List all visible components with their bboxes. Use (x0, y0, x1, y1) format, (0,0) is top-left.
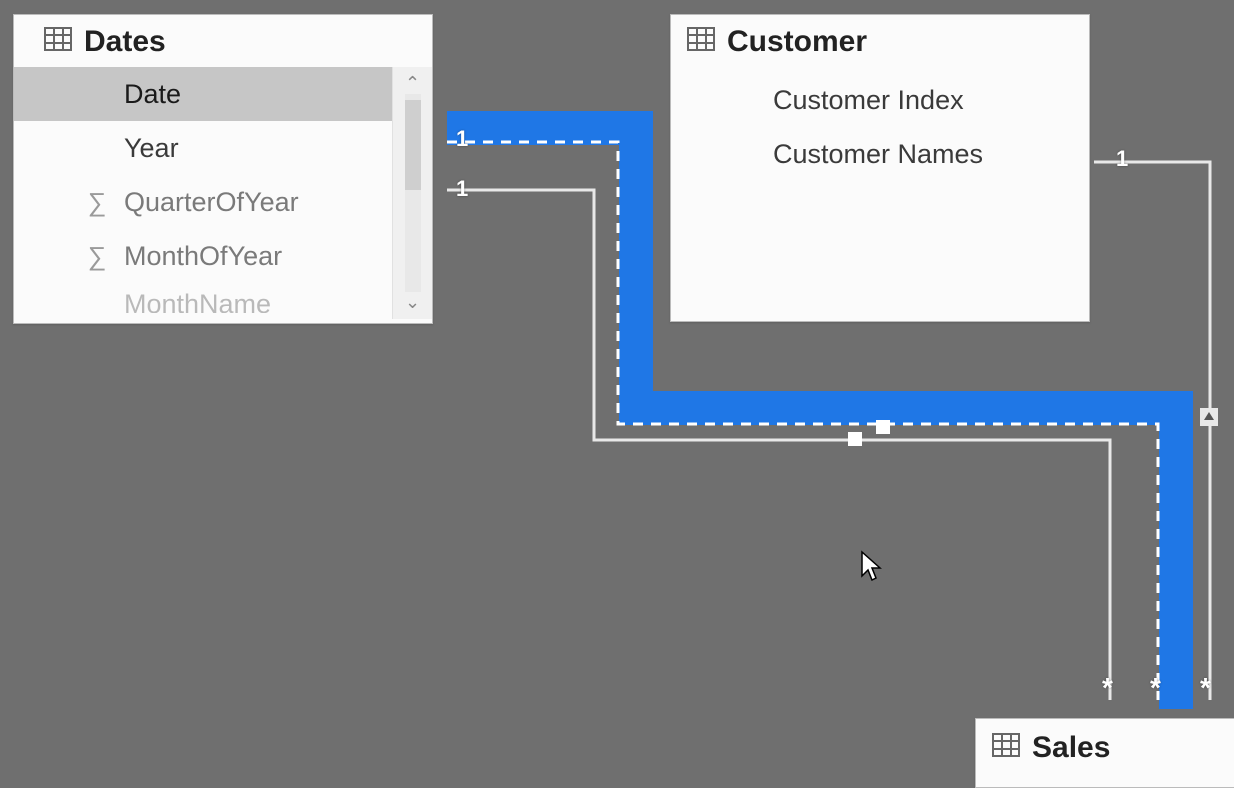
field-label: MonthName (124, 289, 271, 313)
table-card-sales[interactable]: Sales (975, 718, 1234, 788)
filter-direction-icon (876, 420, 890, 434)
scroll-up-icon[interactable]: ⌃ (405, 73, 420, 94)
sigma-icon: ∑ (82, 241, 112, 272)
field-label: QuarterOfYear (124, 187, 299, 218)
scroll-thumb[interactable] (405, 100, 421, 190)
field-label: Date (124, 79, 181, 110)
scrollbar[interactable]: ⌃ ⌄ (392, 67, 432, 319)
table-icon (992, 731, 1020, 765)
field-monthofyear[interactable]: ∑ MonthOfYear (14, 229, 432, 283)
scroll-track[interactable] (405, 94, 421, 292)
filter-direction-arrow-icon (1204, 412, 1214, 420)
relationship-customer-sales-line[interactable] (1094, 162, 1210, 700)
filter-direction-icon-2 (848, 432, 862, 446)
table-card-customer[interactable]: Customer Customer Index Customer Names (670, 14, 1090, 322)
table-card-dates[interactable]: Dates Date Year ∑ QuarterOfYear ∑ MonthO… (13, 14, 433, 324)
table-header-dates[interactable]: Dates (14, 15, 432, 67)
filter-direction-indicator (1200, 408, 1218, 426)
field-label: Customer Index (773, 85, 964, 116)
table-icon (44, 25, 72, 59)
field-customer-index[interactable]: Customer Index (671, 73, 1089, 127)
field-customer-names[interactable]: Customer Names (671, 127, 1089, 181)
table-title: Sales (1032, 731, 1110, 765)
cardinality-many-label-2: * (1150, 672, 1161, 704)
field-label: Customer Names (773, 139, 983, 170)
field-year[interactable]: Year (14, 121, 432, 175)
scroll-down-icon[interactable]: ⌄ (405, 292, 420, 313)
cardinality-many-label-3: * (1200, 672, 1211, 704)
table-icon (687, 25, 715, 59)
cardinality-one-label: 1 (456, 126, 468, 152)
cardinality-many-label: * (1102, 672, 1113, 704)
table-title: Customer (727, 25, 867, 59)
field-monthname[interactable]: MonthName (14, 283, 432, 313)
field-label: MonthOfYear (124, 241, 282, 272)
field-list-dates: Date Year ∑ QuarterOfYear ∑ MonthOfYear … (14, 67, 432, 319)
table-title: Dates (84, 25, 166, 59)
cursor-icon (860, 550, 884, 582)
cardinality-one-label-3: 1 (1116, 146, 1128, 172)
sigma-icon: ∑ (82, 187, 112, 218)
field-label: Year (124, 133, 179, 164)
table-header-customer[interactable]: Customer (671, 15, 1089, 67)
field-date[interactable]: Date (14, 67, 432, 121)
field-quarterofyear[interactable]: ∑ QuarterOfYear (14, 175, 432, 229)
table-header-sales[interactable]: Sales (976, 719, 1234, 777)
cardinality-one-label-2: 1 (456, 176, 468, 202)
field-list-customer: Customer Index Customer Names (671, 67, 1089, 181)
